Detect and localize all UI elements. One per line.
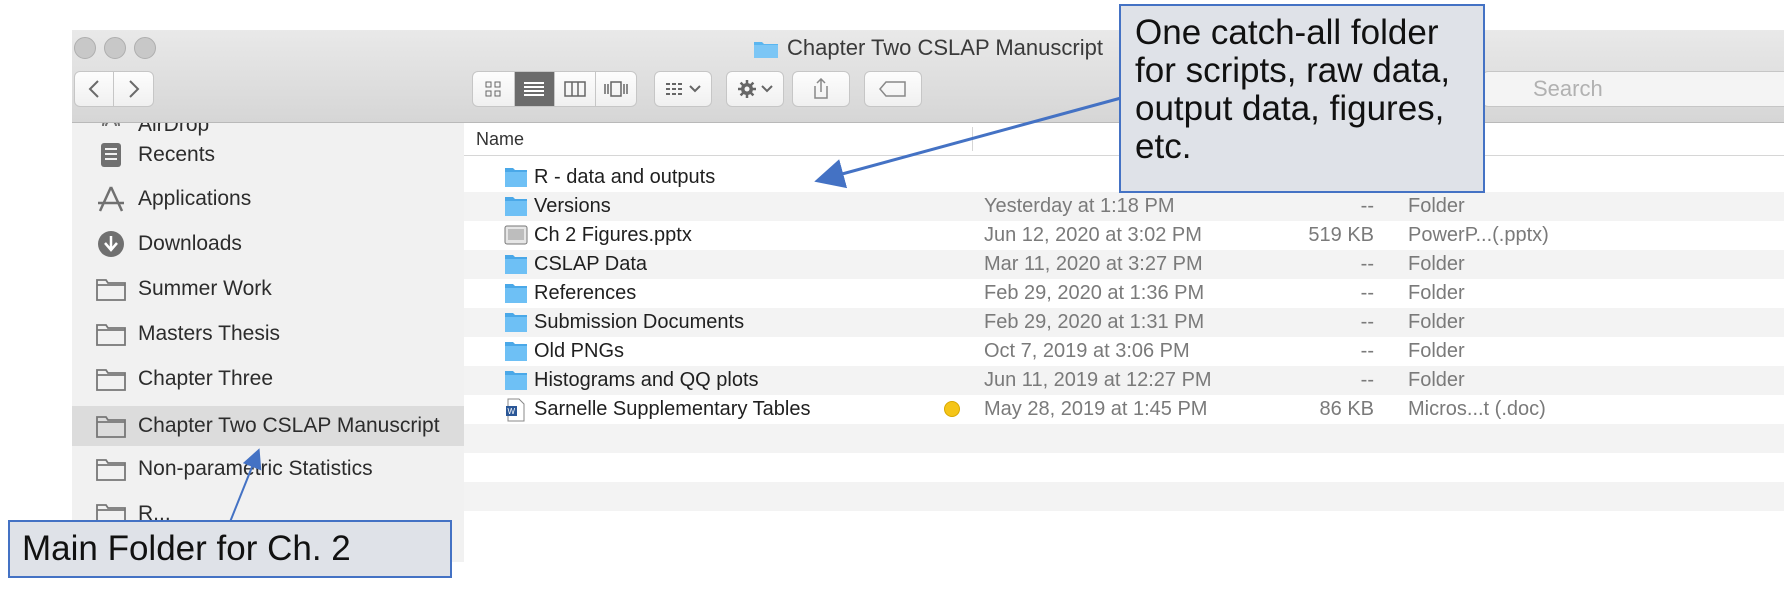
callout-arrows [229,96,1122,523]
arrow-to-r-folder [814,96,1122,189]
callout-main-folder: Main Folder for Ch. 2 [8,520,452,578]
callout-catch-all-folder: One catch-all folder for scripts, raw da… [1119,4,1485,193]
arrow-to-main-folder [229,448,262,523]
